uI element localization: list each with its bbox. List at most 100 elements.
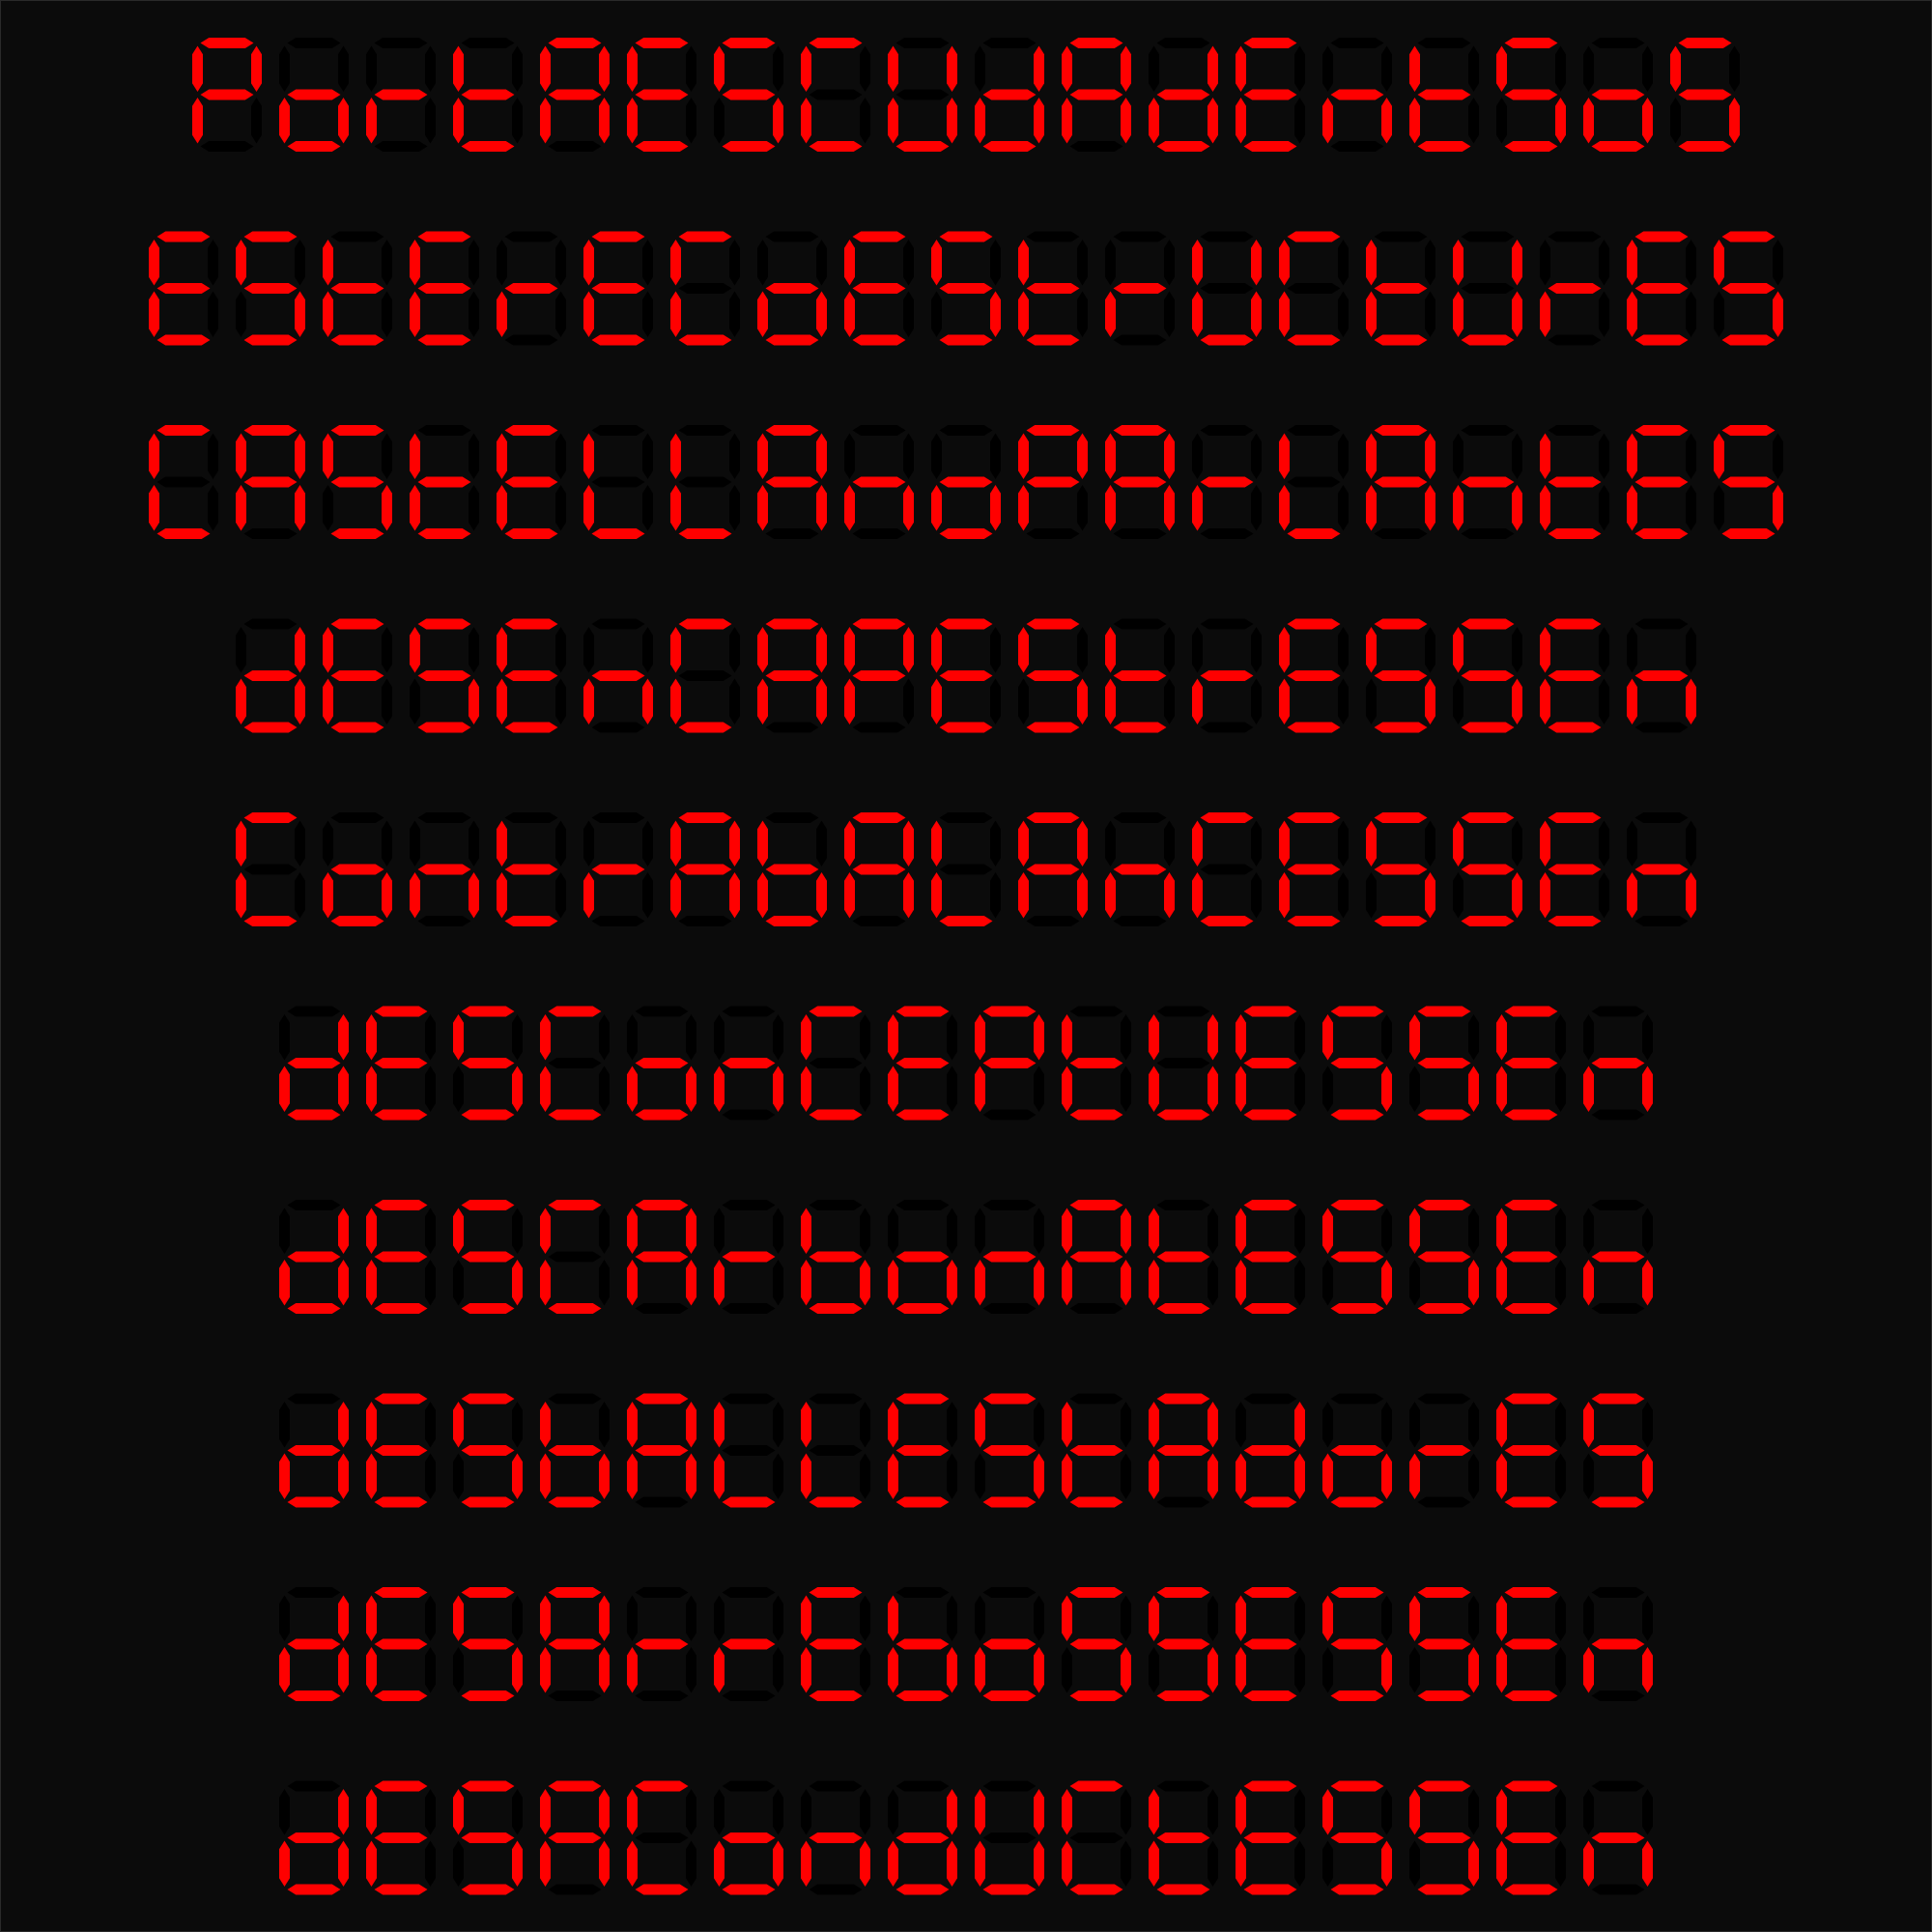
segment-c-on — [382, 485, 392, 531]
seven-segment-digit — [1279, 618, 1349, 733]
segment-d-on — [461, 141, 515, 152]
segment-e-on — [540, 1647, 551, 1693]
segment-f-off — [888, 1789, 898, 1835]
seven-segment-digit — [888, 1200, 957, 1314]
segment-b-on — [729, 820, 740, 867]
segment-d-on — [1461, 722, 1515, 733]
segment-g-on — [1417, 1058, 1471, 1068]
seven-segment-digit — [1453, 425, 1522, 539]
seven-segment-digit — [366, 1587, 436, 1701]
segment-a-off — [330, 231, 384, 242]
seven-segment-digit — [1236, 1587, 1305, 1701]
segment-e-on — [540, 98, 551, 144]
segment-e-off — [1322, 1260, 1333, 1306]
segment-e-off — [453, 1453, 464, 1499]
segment-a-off — [722, 1780, 776, 1792]
segment-c-off — [642, 872, 653, 919]
segment-b-off — [425, 1595, 436, 1641]
seven-segment-digit — [975, 1393, 1044, 1508]
segment-d-on — [1504, 1690, 1558, 1701]
segment-b-on — [1077, 820, 1088, 867]
segment-c-on — [1642, 98, 1653, 144]
segment-b-off — [1642, 1014, 1653, 1061]
segment-c-off — [1121, 1453, 1131, 1499]
segment-b-off — [1034, 1208, 1044, 1254]
segment-e-off — [1714, 485, 1724, 531]
segment-b-off — [1468, 1014, 1479, 1061]
segment-e-on — [975, 1840, 985, 1887]
segment-c-on — [599, 1453, 610, 1499]
segment-b-off — [1251, 433, 1262, 479]
segment-f-off — [583, 627, 594, 673]
segment-e-on — [714, 1647, 724, 1693]
segment-a-on — [982, 1006, 1037, 1017]
segment-a-on — [156, 425, 211, 436]
segment-e-off — [1366, 872, 1377, 919]
segment-f-on — [1279, 240, 1290, 286]
segment-b-off — [773, 1595, 783, 1641]
segment-c-off — [1164, 291, 1175, 337]
seven-segment-digit — [497, 425, 566, 539]
seven-segment-digit — [888, 1587, 957, 1701]
segment-e-on — [236, 678, 246, 724]
segment-b-off — [729, 433, 740, 479]
segment-a-on — [1243, 1587, 1297, 1598]
segment-g-on — [1026, 476, 1080, 488]
segment-a-off — [635, 1006, 689, 1017]
segment-f-on — [366, 1208, 377, 1254]
segment-c-off — [251, 98, 262, 144]
segment-d-on — [330, 528, 384, 539]
segment-g-on — [1200, 670, 1254, 681]
segment-b-off — [469, 627, 479, 673]
segment-f-on — [1062, 45, 1072, 92]
segment-g-on — [1591, 1058, 1645, 1068]
segment-b-off — [555, 240, 566, 286]
seven-segment-digit — [497, 231, 566, 346]
segment-e-on — [1192, 872, 1203, 919]
display-row: DESCONCEPTUESSEN — [279, 1006, 1653, 1121]
seven-segment-digit — [1149, 1200, 1218, 1314]
segment-b-off — [425, 1789, 436, 1835]
segment-e-on — [1062, 1260, 1072, 1306]
seven-segment-digit — [844, 425, 914, 539]
segment-f-off — [1322, 1402, 1333, 1448]
segment-f-on — [366, 1402, 377, 1448]
segment-e-on — [627, 1065, 638, 1112]
seven-segment-digit — [888, 1780, 957, 1895]
segment-f-on — [1279, 820, 1290, 867]
segment-c-on — [860, 1840, 870, 1887]
segment-a-off — [591, 618, 645, 630]
segment-e-on — [583, 485, 594, 531]
segment-d-off — [548, 1884, 602, 1895]
seven-segment-digit — [1496, 1200, 1566, 1314]
segment-c-on — [903, 872, 914, 919]
segment-a-on — [939, 618, 993, 630]
segment-e-on — [410, 291, 420, 337]
segment-f-on — [1279, 627, 1290, 673]
segment-g-on — [330, 283, 384, 294]
segment-d-on — [548, 1496, 602, 1508]
seven-segment-digit — [410, 812, 479, 926]
segment-b-off — [469, 240, 479, 286]
segment-f-on — [1018, 433, 1029, 479]
segment-g-on — [1591, 1638, 1645, 1650]
segment-a-on — [1113, 425, 1167, 436]
segment-a-off — [1156, 38, 1210, 48]
seven-segment-digit — [1018, 618, 1088, 733]
seven-segment-digit — [931, 812, 1001, 926]
segment-f-on — [1236, 1595, 1246, 1641]
segment-b-off — [1077, 627, 1088, 673]
segment-c-on — [295, 291, 305, 337]
segment-a-off — [1200, 231, 1254, 242]
segment-e-off — [1453, 872, 1463, 919]
seven-segment-digit — [410, 231, 479, 346]
segment-b-off — [1686, 820, 1696, 867]
segment-e-on — [1627, 678, 1637, 724]
segment-g-on — [504, 864, 558, 875]
segment-d-off — [1113, 528, 1167, 539]
segment-f-on — [1409, 1789, 1420, 1835]
segment-a-on — [374, 1006, 428, 1017]
seven-segment-digit — [1409, 1200, 1479, 1314]
segment-e-on — [1279, 291, 1290, 337]
segment-f-on — [149, 433, 159, 479]
